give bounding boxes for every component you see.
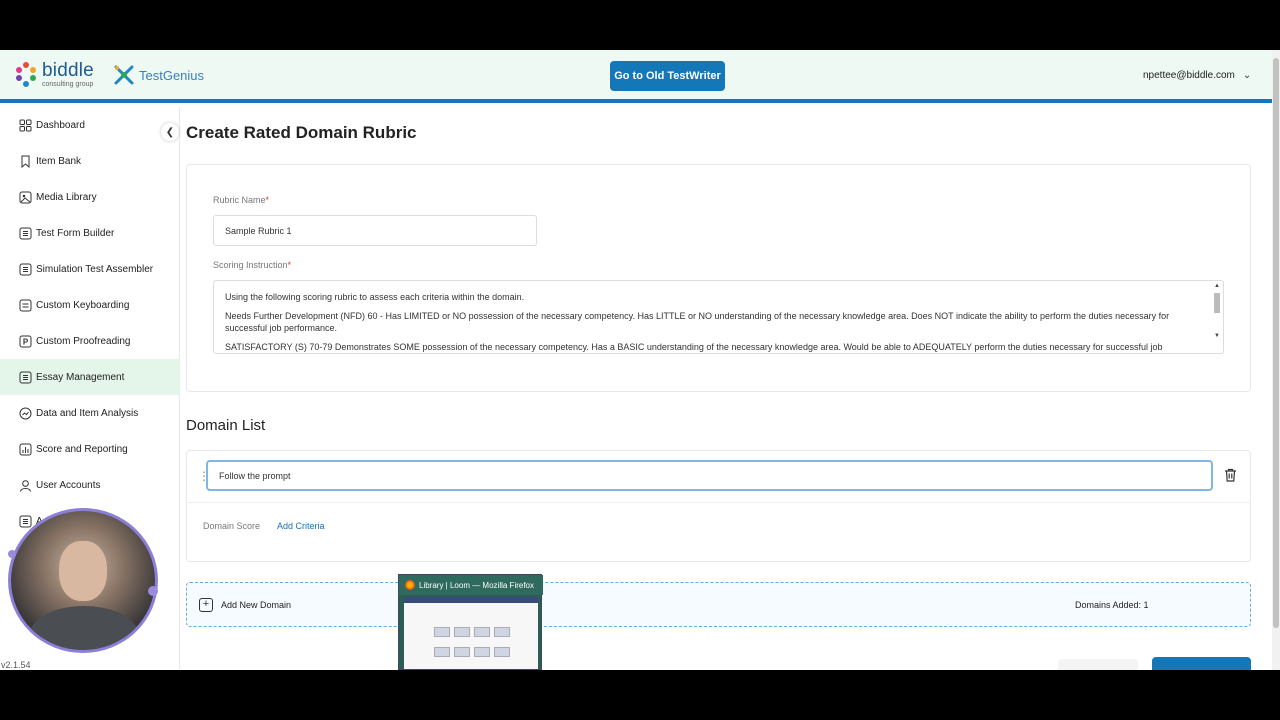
sidebar-collapse-button[interactable]: ❮ bbox=[161, 123, 179, 141]
chevron-left-icon: ❮ bbox=[165, 126, 175, 138]
bookmark-icon bbox=[19, 155, 32, 168]
sidebar-item-label: Score and Reporting bbox=[36, 443, 128, 455]
sidebar-item-score-and-reporting[interactable]: Score and Reporting bbox=[0, 431, 180, 467]
sidebar-item-label: User Accounts bbox=[36, 479, 101, 491]
sidebar-item-custom-keyboarding[interactable]: Custom Keyboarding bbox=[0, 287, 180, 323]
sidebar-item-label: Simulation Test Assembler bbox=[36, 263, 154, 275]
webcam-person-face bbox=[59, 541, 107, 601]
window-preview-titlebar: Library | Loom — Mozilla Firefox bbox=[399, 575, 543, 595]
top-header: biddle consulting group TestGenius Go to… bbox=[0, 50, 1272, 103]
sidebar-item-test-form-builder[interactable]: Test Form Builder bbox=[0, 215, 180, 251]
product-name: TestGenius bbox=[139, 67, 205, 83]
sidebar-item-label: Essay Management bbox=[36, 371, 125, 383]
app-screen: biddle consulting group TestGenius Go to… bbox=[0, 50, 1280, 670]
domain-name-input[interactable]: Follow the prompt bbox=[206, 460, 1213, 491]
chart-icon bbox=[19, 407, 32, 420]
rubric-details-card bbox=[186, 164, 1251, 392]
delete-domain-button[interactable] bbox=[1224, 468, 1237, 485]
scroll-up-icon[interactable]: ▲ bbox=[1213, 283, 1221, 291]
scroll-down-icon[interactable]: ▼ bbox=[1213, 333, 1221, 341]
add-new-domain-button[interactable]: + Add New Domain Domains Added: 1 bbox=[186, 582, 1251, 627]
scoring-paragraph: Using the following scoring rubric to as… bbox=[225, 292, 525, 302]
sidebar-item-media-library[interactable]: Media Library bbox=[0, 179, 180, 215]
list-icon bbox=[19, 263, 32, 276]
webcam-person-body bbox=[29, 606, 139, 650]
firefox-icon bbox=[405, 580, 415, 590]
plus-icon: + bbox=[199, 598, 213, 612]
required-mark: * bbox=[265, 195, 270, 205]
p-icon: P bbox=[19, 335, 32, 348]
sidebar-item-label: Data and Item Analysis bbox=[36, 407, 139, 419]
webcam-ring-dot bbox=[8, 550, 16, 558]
page-scrollbar-thumb[interactable] bbox=[1273, 58, 1279, 628]
grid-icon bbox=[19, 119, 32, 132]
page-title: Create Rated Domain Rubric bbox=[186, 123, 417, 142]
go-to-old-testwriter-button[interactable]: Go to Old TestWriter bbox=[610, 61, 725, 91]
sidebar-item-label: Custom Keyboarding bbox=[36, 299, 130, 311]
user-menu[interactable]: npettee@biddle.com ⌄ bbox=[1143, 70, 1251, 81]
scoring-instruction-textarea[interactable]: Using the following scoring rubric to as… bbox=[213, 280, 1224, 354]
primary-action-button[interactable] bbox=[1152, 657, 1251, 670]
page-scrollbar[interactable] bbox=[1272, 50, 1280, 670]
user-email: npettee@biddle.com bbox=[1143, 70, 1235, 81]
window-preview-title: Library | Loom — Mozilla Firefox bbox=[419, 580, 534, 590]
sidebar-item-label: Dashboard bbox=[36, 119, 85, 131]
textarea-scrollbar[interactable]: ▲ ▼ bbox=[1213, 283, 1221, 349]
domain-card-divider bbox=[186, 502, 1251, 503]
biddle-logo-icon bbox=[15, 61, 37, 88]
user-icon bbox=[19, 479, 32, 492]
biddle-logo[interactable]: biddle consulting group bbox=[15, 61, 94, 88]
domains-added-count: Domains Added: 1 bbox=[1075, 600, 1149, 610]
scoring-paragraph: Needs Further Development (NFD) 60 - Has… bbox=[225, 311, 1170, 333]
list-icon bbox=[19, 371, 32, 384]
domain-list-title: Domain List bbox=[186, 417, 266, 434]
list-icon bbox=[19, 515, 32, 528]
rubric-name-input[interactable]: Sample Rubric 1 bbox=[213, 215, 537, 246]
testgenius-logo-icon bbox=[114, 65, 134, 85]
bar-chart-icon bbox=[19, 443, 32, 456]
textarea-scrollbar-thumb[interactable] bbox=[1214, 293, 1220, 313]
brand-subtitle: consulting group bbox=[42, 81, 94, 88]
sidebar-item-item-bank[interactable]: Item Bank bbox=[0, 143, 180, 179]
webcam-overlay bbox=[8, 508, 158, 653]
window-preview-thumbnail[interactable]: Library | Loom — Mozilla Firefox bbox=[398, 574, 543, 670]
sidebar-item-user-accounts[interactable]: User Accounts bbox=[0, 467, 180, 503]
svg-text:P: P bbox=[23, 337, 29, 346]
sidebar-item-custom-proofreading[interactable]: P Custom Proofreading bbox=[0, 323, 180, 359]
secondary-action-button[interactable] bbox=[1058, 659, 1138, 670]
sidebar-item-label: Item Bank bbox=[36, 155, 82, 167]
scoring-instruction-label: Scoring Instruction* bbox=[213, 260, 292, 270]
window-preview-image bbox=[404, 597, 538, 669]
keyboard-icon bbox=[19, 299, 32, 312]
domain-score-label: Domain Score bbox=[203, 521, 261, 531]
sidebar-item-label: Custom Proofreading bbox=[36, 335, 131, 347]
sidebar-item-essay-management[interactable]: Essay Management bbox=[0, 359, 180, 395]
scoring-paragraph: SATISFACTORY (S) 70-79 Demonstrates SOME… bbox=[225, 341, 1163, 352]
trash-icon bbox=[1225, 468, 1236, 482]
brand-name: biddle bbox=[42, 60, 94, 81]
image-icon bbox=[19, 191, 32, 204]
rubric-name-label: Rubric Name* bbox=[213, 195, 270, 205]
list-icon bbox=[19, 227, 32, 240]
sidebar-item-dashboard[interactable]: Dashboard bbox=[0, 107, 180, 143]
sidebar-item-simulation-test-assembler[interactable]: Simulation Test Assembler bbox=[0, 251, 180, 287]
testgenius-logo[interactable]: TestGenius bbox=[113, 64, 204, 86]
sidebar-item-data-and-item-analysis[interactable]: Data and Item Analysis bbox=[0, 395, 180, 431]
sidebar-item-label: Test Form Builder bbox=[36, 227, 115, 239]
chevron-down-icon: ⌄ bbox=[1242, 70, 1252, 81]
add-new-domain-label: Add New Domain bbox=[221, 600, 292, 610]
webcam-ring-dot bbox=[148, 586, 158, 596]
app-version: v2.1.54 bbox=[1, 660, 31, 670]
add-criteria-link[interactable]: Add Criteria bbox=[277, 521, 325, 531]
sidebar-item-label: Media Library bbox=[36, 191, 97, 203]
required-mark: * bbox=[287, 260, 292, 270]
